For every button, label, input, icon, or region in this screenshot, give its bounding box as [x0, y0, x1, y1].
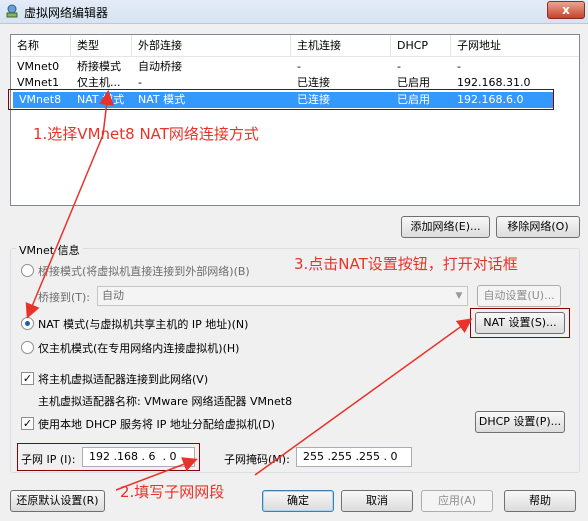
annotation-arrows [25, 90, 473, 491]
arrow-step1 [25, 134, 104, 319]
arrow-step2 [115, 457, 198, 491]
virtual-network-editor-window: 虚拟网络编辑器 x 名称 类型 外部连接 主机连接 DHCP 子网地址 VMne… [0, 0, 588, 521]
arrow-step1-row [99, 90, 115, 136]
arrow-step3 [254, 318, 473, 476]
